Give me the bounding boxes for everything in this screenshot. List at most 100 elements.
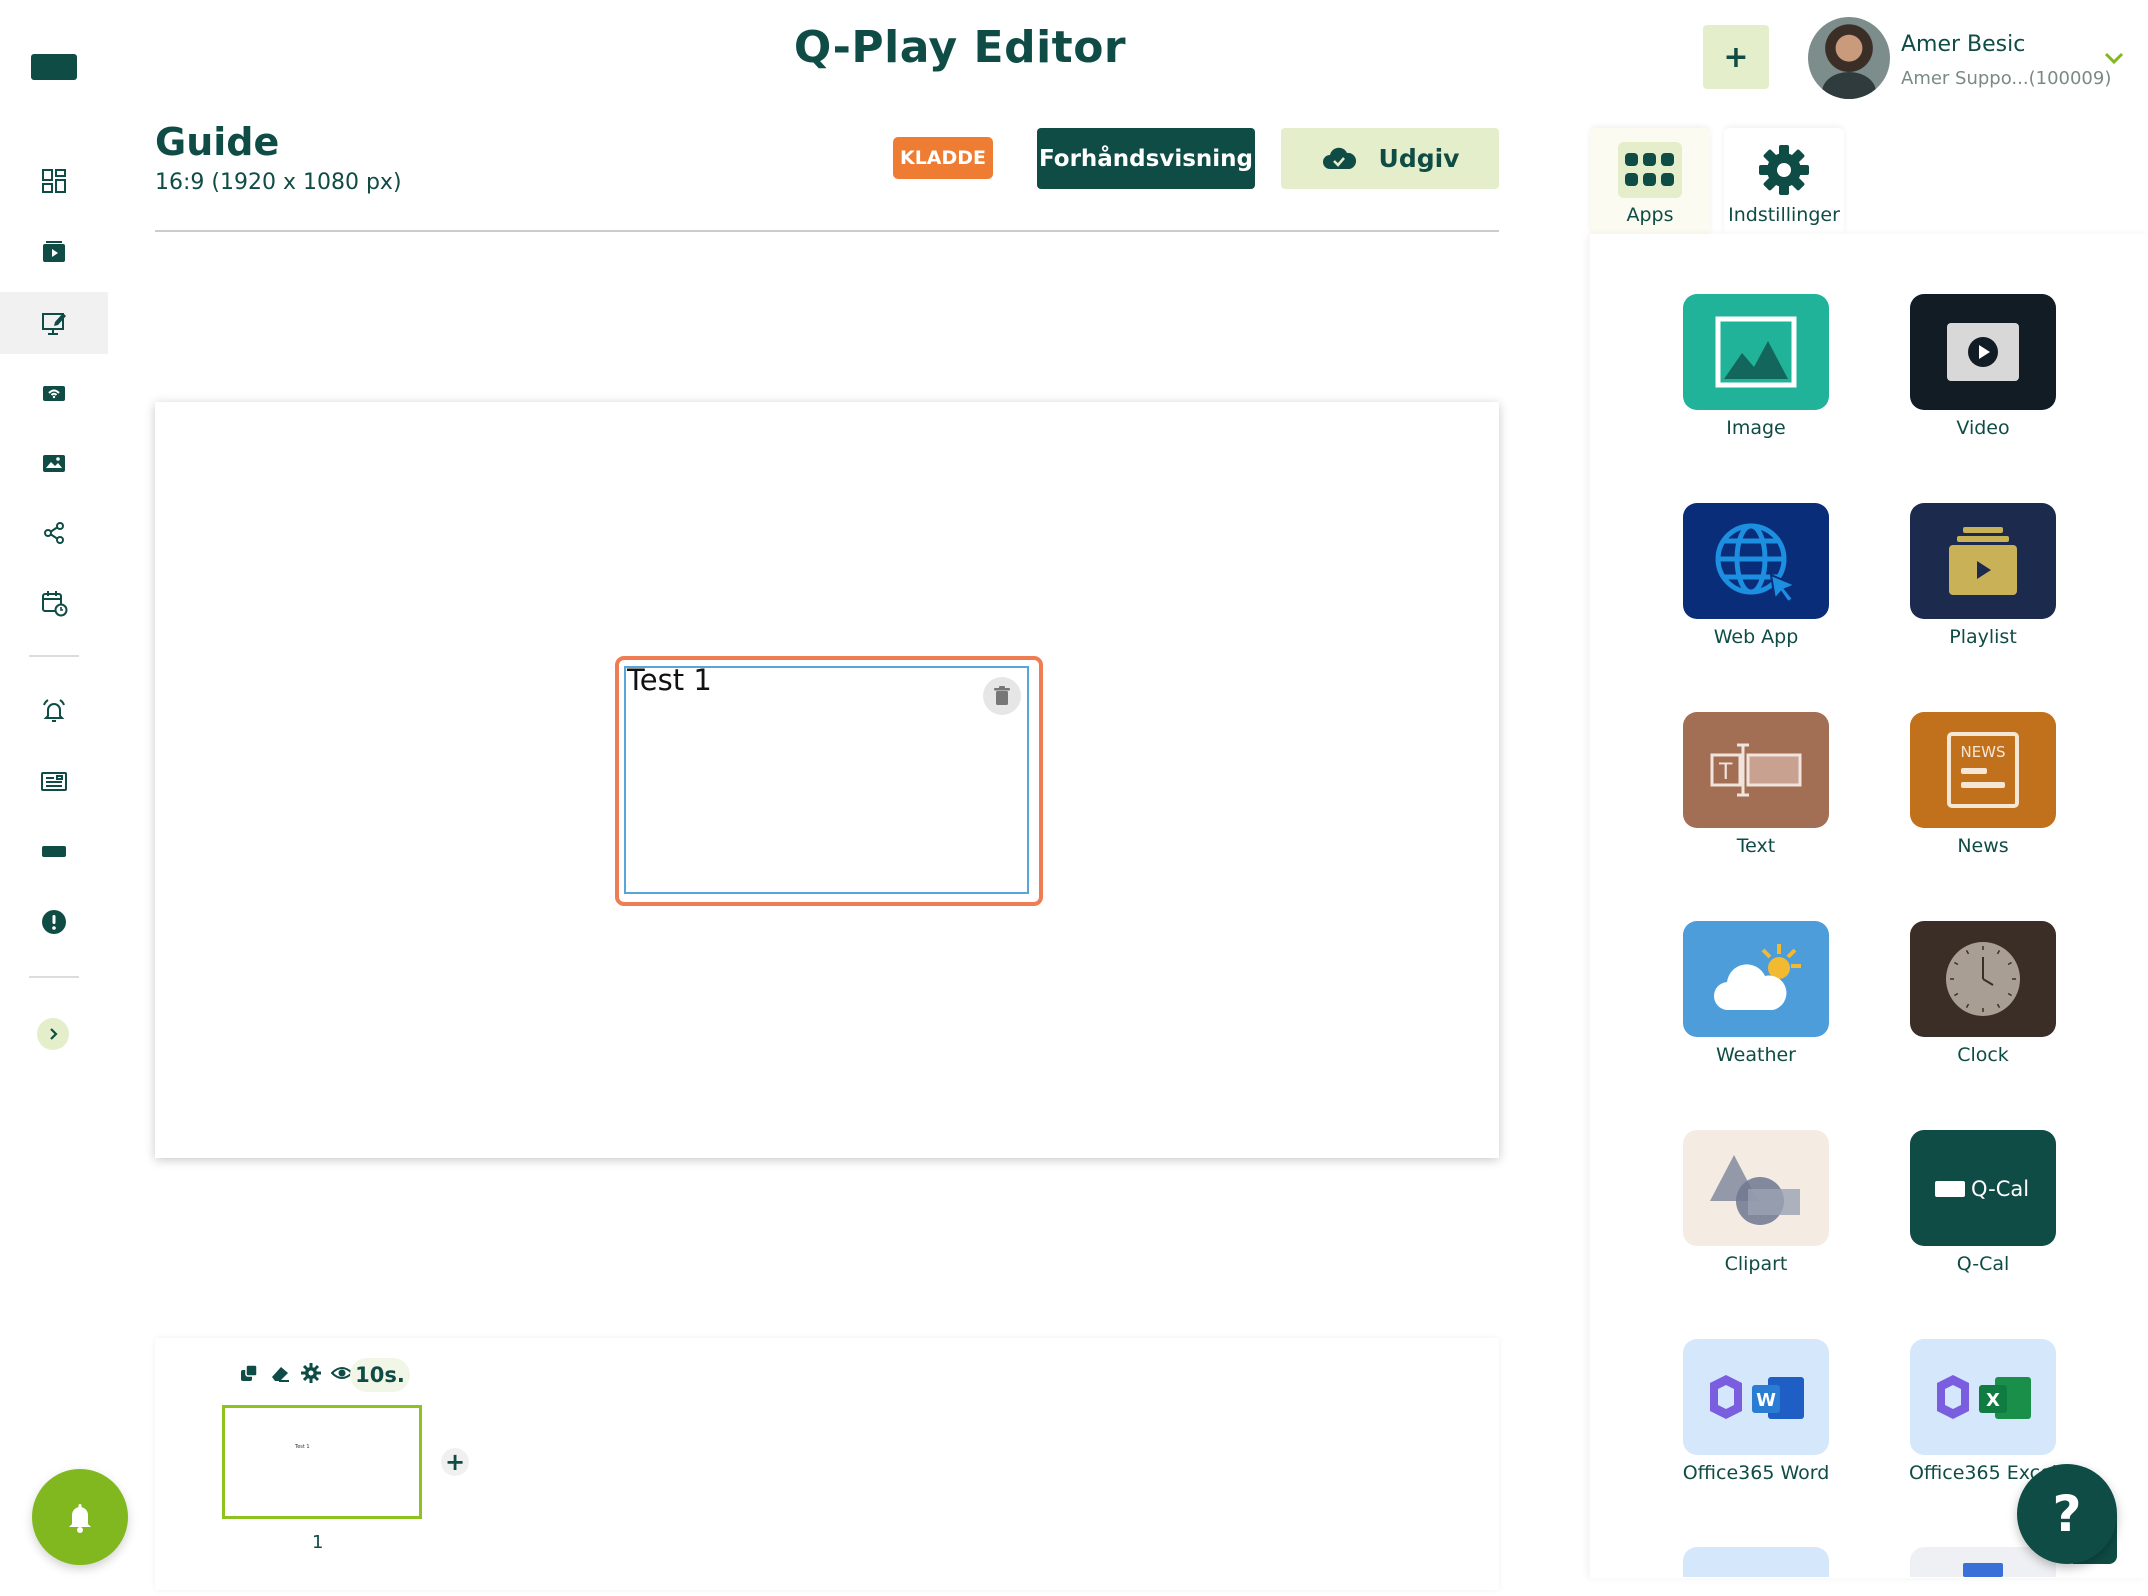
sidebar-item-news[interactable] [0,750,108,812]
globe-cursor-icon [1715,523,1798,603]
gear-icon[interactable] [300,1362,322,1384]
screen-wifi-icon [43,386,65,401]
qcal-logo-icon: Q-Cal [1935,1177,2029,1201]
calendar-clock-icon [42,591,68,617]
app-weather-tile[interactable] [1683,921,1829,1037]
qcal-bar-icon [42,846,66,857]
sidebar-item-screens[interactable] [0,362,108,424]
app-image-label: Image [1726,417,1786,439]
user-account[interactable]: Amer Suppo...(100009) [1901,68,2111,89]
app-qcal-tile[interactable]: Q-Cal [1910,1130,2056,1246]
qcal-tile-text: Q-Cal [1971,1177,2029,1201]
sidebar-item-media[interactable] [0,221,108,283]
add-slide-button[interactable]: + [441,1448,469,1476]
text-field-icon: T [1710,743,1802,797]
user-name[interactable]: Amer Besic [1901,32,2025,57]
office365-word-icon: W [1710,1375,1804,1419]
gallery-icon [43,455,65,472]
clipart-shapes-icon [1710,1155,1800,1225]
sidebar-item-alerts[interactable] [0,891,108,953]
tab-settings[interactable]: Indstillinger [1724,128,1844,234]
sidebar [0,0,128,1596]
add-button[interactable]: + [1703,25,1769,89]
tab-settings-label: Indstillinger [1728,204,1840,226]
cloud-check-icon [1322,147,1356,169]
gear-icon [1759,145,1809,195]
clock-icon [1946,942,2020,1016]
video-play-icon [1947,323,2019,381]
news-icon: NEWS [1947,732,2019,808]
app-video-label: Video [1956,417,2010,439]
chevron-right-icon [50,1028,58,1040]
preview-button[interactable]: Forhåndsvisning [1037,128,1255,189]
help-button[interactable]: ? [2017,1464,2117,1564]
text-widget-content[interactable]: Test 1 [627,663,712,697]
app-news-tile[interactable]: NEWS [1910,712,2056,828]
resolution-label: 16:9 (1920 x 1080 px) [155,170,402,195]
svg-text:X: X [1986,1390,2000,1411]
sidebar-item-schedule[interactable] [0,572,108,634]
app-office365-word-tile[interactable]: W [1683,1339,1829,1455]
app-image-tile[interactable] [1683,294,1829,410]
svg-text:W: W [1756,1390,1776,1411]
slide-number: 1 [312,1532,324,1553]
sidebar-item-gallery[interactable] [0,432,108,494]
duplicate-icon[interactable] [238,1362,260,1384]
app-news-label: News [1957,835,2009,857]
text-widget-box[interactable] [624,666,1029,894]
dashboard-icon [42,169,66,193]
sidebar-item-qcal[interactable] [0,820,108,882]
svg-text:T: T [1718,760,1733,785]
header-divider [155,230,1499,232]
app-video-tile[interactable] [1910,294,2056,410]
alarm-bell-icon [43,699,65,722]
app-office365-excel-tile[interactable]: X [1910,1339,2056,1455]
apps-grid-icon [1625,153,1674,186]
sidebar-item-editor[interactable] [0,292,108,354]
news-tile-text: NEWS [1960,743,2005,761]
tab-apps[interactable]: Apps [1590,128,1710,234]
app-office365-word-label: Office365 Word [1682,1462,1830,1484]
slide-thumbnail-text: Test 1 [295,1444,310,1450]
chevron-down-icon[interactable] [2102,46,2126,70]
newspaper-icon [41,772,67,791]
app-text-label: Text [1736,835,1776,857]
playlist-icon [1949,527,2017,595]
app-qcal-label: Q-Cal [1956,1253,2010,1275]
app-webapp-label: Web App [1713,626,1799,648]
share-icon [44,522,64,544]
weather-sun-cloud-icon [1713,944,1801,1011]
app-webapp-tile[interactable] [1683,503,1829,619]
app-title: Q-Play Editor [793,22,1127,73]
delete-widget-button[interactable] [983,677,1021,715]
trash-icon [994,686,1010,705]
notifications-button[interactable] [32,1469,128,1565]
document-icon [1963,1563,2003,1577]
avatar[interactable] [1808,17,1890,99]
sidebar-item-alarms[interactable] [0,680,108,742]
sidebar-item-share[interactable] [0,502,108,564]
bell-icon [69,1504,91,1533]
sidebar-expand-button[interactable] [37,1018,69,1050]
sidebar-divider [29,655,79,657]
app-clipart-label: Clipart [1724,1253,1788,1275]
image-icon [1715,316,1797,388]
eraser-icon[interactable] [269,1362,291,1384]
logo-mark[interactable] [31,54,77,80]
app-clock-tile[interactable] [1910,921,2056,1037]
sidebar-item-dashboard[interactable] [0,150,108,212]
editor-screen-icon [42,313,66,335]
page-title: Guide [155,120,280,164]
status-badge: KLADDE [893,137,993,179]
slide-thumbnail[interactable]: Test 1 [222,1405,422,1519]
app-tile-partial[interactable] [1683,1547,1829,1577]
office365-excel-icon: X [1937,1375,2031,1419]
publish-button[interactable]: Udgiv [1281,128,1499,189]
tab-apps-label: Apps [1626,204,1674,226]
app-clipart-tile[interactable] [1683,1130,1829,1246]
slide-duration[interactable]: 10s. [350,1358,410,1392]
app-text-tile[interactable]: T [1683,712,1829,828]
app-playlist-tile[interactable] [1910,503,2056,619]
exclamation-icon [42,910,66,934]
editor-root: Q-Play Editor + Amer Besic Amer Suppo...… [0,0,2148,1596]
